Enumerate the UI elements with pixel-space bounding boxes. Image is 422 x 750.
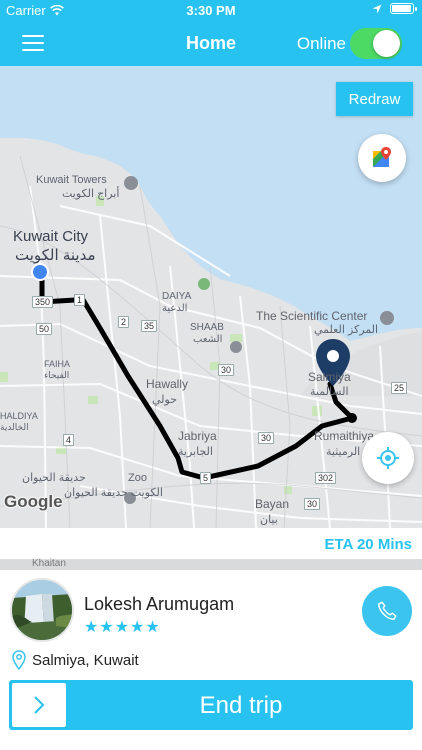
label-faiha-ar: الفيحاء bbox=[44, 370, 70, 380]
road-badge: 350 bbox=[32, 296, 54, 308]
road-badge: 1 bbox=[74, 294, 86, 306]
label-jabriya-ar: الجابرية bbox=[178, 446, 213, 458]
status-bar: Carrier 3:30 PM bbox=[0, 0, 422, 20]
online-toggle[interactable] bbox=[350, 28, 402, 59]
label-zoo-ar: حديقة الحيوان bbox=[22, 472, 86, 484]
battery-level bbox=[392, 5, 411, 12]
google-attribution: Google bbox=[4, 492, 63, 511]
driver-card: Lokesh Arumugam ★★★★★ Salmiya, Kuwait En… bbox=[0, 570, 422, 750]
end-trip-label: End trip bbox=[199, 692, 283, 719]
label-scientific-center: The Scientific Center bbox=[256, 309, 368, 323]
label-shaab: SHAAB bbox=[190, 322, 224, 333]
label-jabriya: Jabriya bbox=[178, 429, 217, 443]
navigation-bar: Home Online bbox=[0, 20, 422, 66]
label-daiya-ar: الدعية bbox=[162, 303, 188, 314]
toggle-knob bbox=[373, 30, 400, 57]
call-button[interactable] bbox=[362, 586, 412, 636]
slide-handle[interactable] bbox=[12, 683, 66, 727]
map-view[interactable]: Kuwait Towers أبراج الكويت Kuwait City م… bbox=[0, 66, 422, 528]
online-label: Online bbox=[296, 34, 346, 53]
road-badge: 302 bbox=[315, 472, 337, 484]
road-badge: 30 bbox=[304, 498, 321, 510]
label-bayan: Bayan bbox=[255, 497, 290, 511]
label-hawally-ar: حولي bbox=[152, 394, 178, 406]
label-khaldiya-ar: الخالدية bbox=[0, 422, 29, 432]
label-kuwait-towers-ar: أبراج الكويت bbox=[62, 188, 120, 200]
phone-icon bbox=[378, 601, 397, 620]
battery-icon bbox=[390, 3, 417, 14]
map-base bbox=[0, 66, 422, 528]
road-badge: 30 bbox=[218, 364, 235, 376]
road-badge: 4 bbox=[63, 434, 75, 446]
location-arrow-icon bbox=[372, 4, 382, 13]
label-kuwait-towers: Kuwait Towers bbox=[36, 174, 107, 186]
road-badge: 2 bbox=[118, 316, 130, 328]
location-row: Salmiya, Kuwait bbox=[12, 650, 139, 670]
label-scientific-center-ar: المركز العلمي bbox=[314, 324, 379, 336]
label-kuwait-city-ar: مدينة الكويت bbox=[15, 247, 96, 264]
chevron-right-icon bbox=[34, 696, 45, 714]
label-daiya: DAIYA bbox=[162, 291, 192, 302]
status-time: 3:30 PM bbox=[186, 3, 236, 18]
label-zoo-ar2: الكويت حديقة الحيوان bbox=[64, 487, 163, 499]
label-salmiya-ar: السالمية bbox=[310, 386, 349, 398]
redraw-button[interactable]: Redraw bbox=[336, 82, 413, 116]
road-badge: 50 bbox=[36, 323, 53, 335]
eta-text: ETA 20 Mins bbox=[324, 536, 412, 553]
label-bayan-ar: بيان bbox=[260, 514, 278, 526]
label-rumaithiya-ar: الرميثية bbox=[326, 446, 361, 458]
map-strip: Khaitan bbox=[0, 558, 422, 570]
end-trip-button[interactable]: End trip bbox=[9, 680, 413, 730]
driver-location: Salmiya, Kuwait bbox=[32, 651, 139, 669]
label-kuwait-city: Kuwait City bbox=[13, 228, 89, 245]
road-badge: 5 bbox=[200, 472, 212, 484]
eta-bar: ETA 20 Mins bbox=[0, 528, 422, 560]
rating-stars-icon: ★★★★★ bbox=[84, 619, 161, 636]
crosshair-icon bbox=[377, 447, 399, 469]
label-rumaithiya: Rumaithiya bbox=[314, 429, 375, 443]
label-salmiya: Salmiya bbox=[308, 370, 351, 384]
label-hawally: Hawally bbox=[146, 377, 189, 391]
road-badge: 35 bbox=[141, 320, 158, 332]
recenter-location-button[interactable] bbox=[362, 432, 414, 484]
google-maps-icon bbox=[373, 147, 391, 167]
road-badge: 25 bbox=[391, 382, 408, 394]
driver-name: Lokesh Arumugam bbox=[84, 594, 235, 614]
label-khaitan: Khaitan bbox=[32, 558, 66, 569]
location-pin-icon bbox=[12, 650, 26, 670]
avatar-waterfall-image bbox=[12, 580, 72, 640]
label-zoo: Zoo bbox=[128, 472, 147, 484]
road-badge: 30 bbox=[258, 432, 275, 444]
label-shaab-ar: الشعب bbox=[193, 334, 223, 345]
open-maps-button[interactable] bbox=[358, 134, 406, 182]
driver-avatar bbox=[10, 578, 74, 642]
